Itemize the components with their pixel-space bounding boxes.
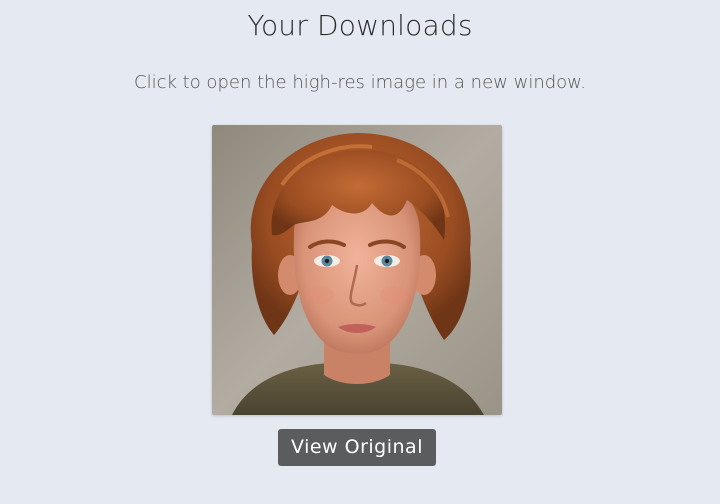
- portrait-image: [212, 125, 502, 415]
- page-title: Your Downloads: [247, 9, 473, 42]
- download-image-link[interactable]: [212, 125, 502, 415]
- page-subtitle: Click to open the high-res image in a ne…: [134, 72, 586, 93]
- view-original-button[interactable]: View Original: [278, 429, 436, 466]
